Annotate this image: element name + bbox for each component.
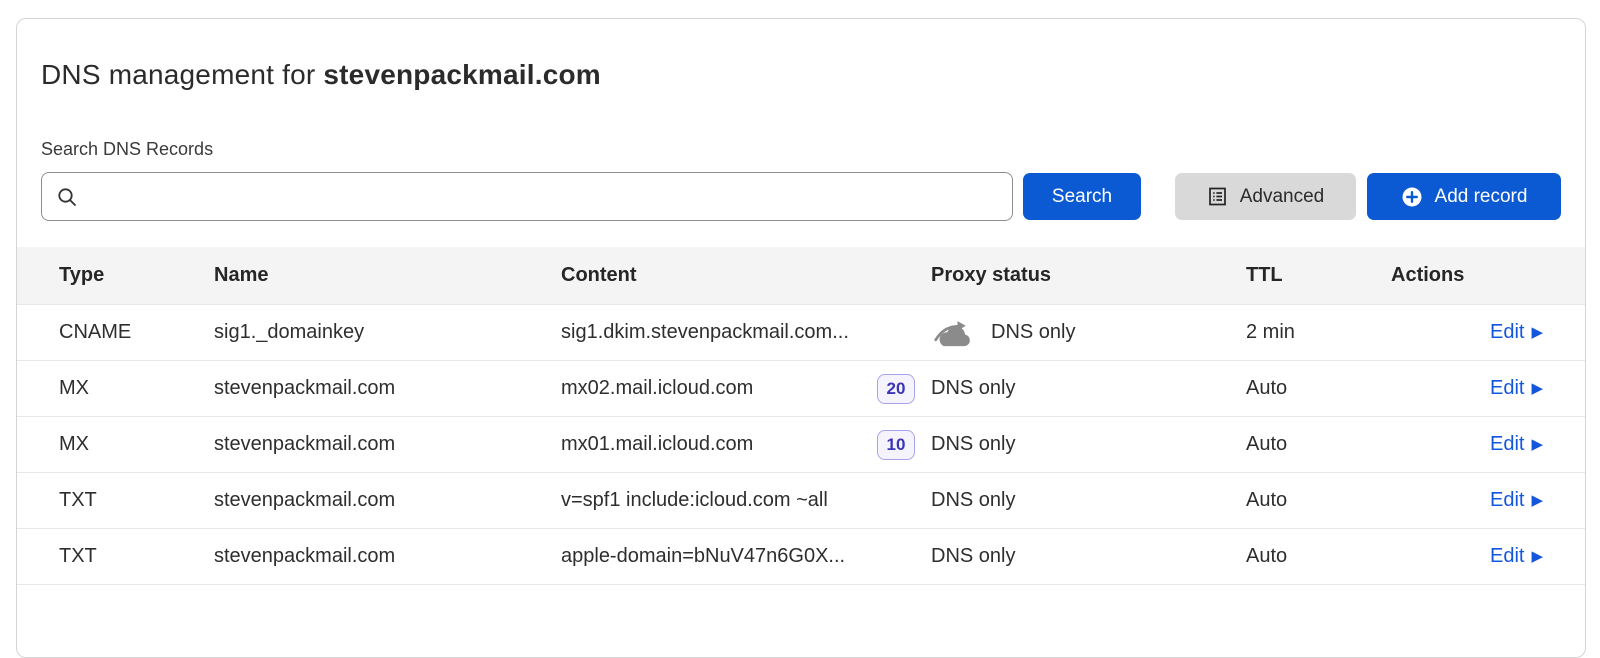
record-content-text: sig1.dkim.stevenpackmail.com...	[561, 321, 849, 344]
record-ttl: 2 min	[1246, 321, 1391, 344]
record-content: sig1.dkim.stevenpackmail.com...	[561, 321, 931, 344]
table-header-row: Type Name Content Proxy status TTL Actio…	[17, 247, 1585, 305]
edit-label: Edit	[1490, 433, 1524, 456]
record-type: TXT	[59, 545, 214, 568]
dns-records-table: Type Name Content Proxy status TTL Actio…	[17, 247, 1585, 585]
column-header-actions: Actions	[1391, 264, 1543, 287]
search-section: Search DNS Records Search	[17, 139, 1585, 221]
priority-badge: 10	[877, 430, 915, 460]
edit-label: Edit	[1490, 489, 1524, 512]
record-ttl: Auto	[1246, 377, 1391, 400]
edit-record-link[interactable]: Edit ▶	[1490, 377, 1543, 400]
record-content: mx02.mail.icloud.com 20	[561, 374, 931, 404]
record-content: apple-domain=bNuV47n6G0X...	[561, 545, 931, 568]
edit-caret-icon: ▶	[1531, 381, 1543, 396]
column-header-proxy-status: Proxy status	[931, 264, 1246, 287]
priority-badge: 20	[877, 374, 915, 404]
edit-caret-icon: ▶	[1531, 549, 1543, 564]
table-row: TXT stevenpackmail.com apple-domain=bNuV…	[17, 529, 1585, 585]
proxy-status-cell: DNS only	[931, 318, 1246, 348]
record-name: stevenpackmail.com	[214, 489, 561, 512]
table-row: CNAME sig1._domainkey sig1.dkim.stevenpa…	[17, 305, 1585, 361]
column-header-content: Content	[561, 264, 931, 287]
proxy-status-label: DNS only	[931, 433, 1015, 456]
record-content-text: v=spf1 include:icloud.com ~all	[561, 489, 828, 512]
proxy-status-cell: DNS only	[931, 377, 1246, 400]
search-box[interactable]	[41, 172, 1013, 221]
page-title-prefix: DNS management for	[41, 59, 323, 90]
record-name: stevenpackmail.com	[214, 377, 561, 400]
table-row: TXT stevenpackmail.com v=spf1 include:ic…	[17, 473, 1585, 529]
dns-management-card: DNS management for stevenpackmail.com Se…	[16, 18, 1586, 658]
proxy-status-label: DNS only	[931, 545, 1015, 568]
magnifier-icon	[56, 186, 78, 208]
column-header-name: Name	[214, 264, 561, 287]
edit-record-link[interactable]: Edit ▶	[1490, 433, 1543, 456]
edit-caret-icon: ▶	[1531, 437, 1543, 452]
column-header-ttl: TTL	[1246, 264, 1391, 287]
table-row: MX stevenpackmail.com mx02.mail.icloud.c…	[17, 361, 1585, 417]
record-type: TXT	[59, 489, 214, 512]
record-name: stevenpackmail.com	[214, 545, 561, 568]
record-content: v=spf1 include:icloud.com ~all	[561, 489, 931, 512]
record-name: sig1._domainkey	[214, 321, 561, 344]
record-type: MX	[59, 433, 214, 456]
record-ttl: Auto	[1246, 433, 1391, 456]
proxy-status-label: DNS only	[931, 489, 1015, 512]
record-type: MX	[59, 377, 214, 400]
domain-name: stevenpackmail.com	[323, 59, 601, 90]
edit-label: Edit	[1490, 545, 1524, 568]
column-header-type: Type	[59, 264, 214, 287]
edit-caret-icon: ▶	[1531, 493, 1543, 508]
edit-record-link[interactable]: Edit ▶	[1490, 545, 1543, 568]
proxy-status-cell: DNS only	[931, 489, 1246, 512]
record-type: CNAME	[59, 321, 214, 344]
edit-record-link[interactable]: Edit ▶	[1490, 321, 1543, 344]
plus-circle-icon	[1401, 186, 1423, 208]
table-row: MX stevenpackmail.com mx01.mail.icloud.c…	[17, 417, 1585, 473]
record-ttl: Auto	[1246, 489, 1391, 512]
proxy-status-cell: DNS only	[931, 545, 1246, 568]
record-content: mx01.mail.icloud.com 10	[561, 430, 931, 460]
record-ttl: Auto	[1246, 545, 1391, 568]
list-document-icon	[1207, 186, 1228, 207]
edit-record-link[interactable]: Edit ▶	[1490, 489, 1543, 512]
edit-label: Edit	[1490, 321, 1524, 344]
proxy-status-label: DNS only	[991, 321, 1075, 344]
page-title: DNS management for stevenpackmail.com	[17, 19, 1585, 91]
search-button[interactable]: Search	[1023, 173, 1141, 220]
dns-only-cloud-icon	[931, 318, 975, 348]
proxy-status-cell: DNS only	[931, 433, 1246, 456]
search-label: Search DNS Records	[41, 139, 1561, 160]
record-content-text: mx02.mail.icloud.com	[561, 377, 753, 400]
record-content-text: apple-domain=bNuV47n6G0X...	[561, 545, 845, 568]
record-content-text: mx01.mail.icloud.com	[561, 433, 753, 456]
advanced-button[interactable]: Advanced	[1175, 173, 1356, 220]
record-name: stevenpackmail.com	[214, 433, 561, 456]
edit-caret-icon: ▶	[1531, 325, 1543, 340]
table-body: CNAME sig1._domainkey sig1.dkim.stevenpa…	[17, 305, 1585, 585]
search-input[interactable]	[88, 186, 998, 208]
add-record-button[interactable]: Add record	[1367, 173, 1561, 220]
proxy-status-label: DNS only	[931, 377, 1015, 400]
edit-label: Edit	[1490, 377, 1524, 400]
